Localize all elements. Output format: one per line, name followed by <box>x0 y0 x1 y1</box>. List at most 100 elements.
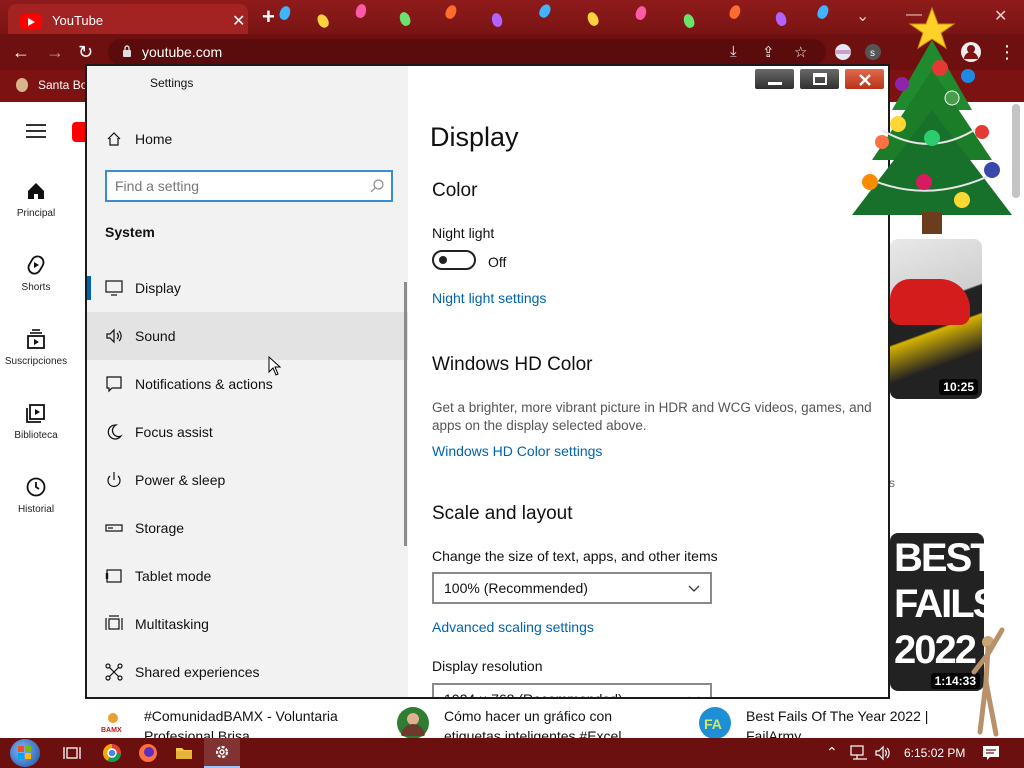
nav-item-tablet-mode[interactable]: Tablet mode <box>87 552 408 600</box>
nav-item-notifications[interactable]: Notifications & actions <box>87 360 408 408</box>
video-card[interactable]: BAMX #ComunidadBAMX - Voluntaria Profesio… <box>96 702 386 744</box>
action-center-icon[interactable] <box>982 745 1000 761</box>
tray-chevron-up-icon[interactable]: ⌃ <box>826 744 838 761</box>
youtube-logo[interactable] <box>72 122 86 142</box>
nav-label: Tablet mode <box>135 568 212 584</box>
chevron-down-icon <box>689 696 699 697</box>
advanced-scaling-link[interactable]: Advanced scaling settings <box>432 619 594 635</box>
maximize-icon <box>813 73 827 85</box>
resolution-label: Display resolution <box>432 658 543 674</box>
night-light-state: Off <box>488 254 507 270</box>
night-light-settings-link[interactable]: Night light settings <box>432 290 546 306</box>
power-icon <box>107 472 121 487</box>
settings-sidebar: Settings Home System Display Sound Notif… <box>87 66 408 697</box>
firefox-icon[interactable] <box>138 743 158 763</box>
nav-item-power-sleep[interactable]: Power & sleep <box>87 456 408 504</box>
bookmark-santa[interactable]: Santa Bo <box>38 78 87 92</box>
home-icon <box>107 132 121 146</box>
search-box[interactable] <box>105 170 393 202</box>
search-icon[interactable] <box>369 178 385 194</box>
scale-dropdown[interactable]: 100% (Recommended) <box>432 572 712 604</box>
resolution-dropdown[interactable]: 1024 × 768 (Recommended) <box>432 683 712 699</box>
settings-nav: Display Sound Notifications & actions Fo… <box>87 264 408 696</box>
file-explorer-icon[interactable] <box>174 743 194 763</box>
decor-light <box>774 10 788 28</box>
minimize-icon <box>768 82 782 85</box>
decor-light <box>443 3 459 21</box>
video-duration: 10:25 <box>939 379 978 395</box>
yt-nav-principal[interactable]: Principal <box>0 180 72 219</box>
night-light-toggle[interactable] <box>432 250 476 270</box>
nav-label: Multitasking <box>135 616 209 632</box>
home-link[interactable]: Home <box>87 122 408 158</box>
yt-nav-shorts[interactable]: Shorts <box>0 254 72 293</box>
network-icon[interactable] <box>850 745 868 761</box>
new-tab-button[interactable]: + <box>262 4 275 30</box>
youtube-icon <box>20 14 42 29</box>
chevron-down-icon <box>688 585 700 592</box>
nav-label: Display <box>135 280 181 296</box>
multitasking-icon <box>105 615 123 630</box>
settings-content: Display Color Night light Off Night ligh… <box>408 66 888 699</box>
reload-icon[interactable]: ↻ <box>78 42 93 63</box>
address-bar[interactable]: youtube.com ⤓ ⇪ ☆ <box>108 39 826 65</box>
scale-label: Change the size of text, apps, and other… <box>432 548 718 564</box>
nav-label: Storage <box>135 520 185 536</box>
svg-text:BAMX: BAMX <box>101 727 122 734</box>
video-row: BAMX #ComunidadBAMX - Voluntaria Profesio… <box>86 702 1024 744</box>
storage-icon <box>105 524 123 532</box>
hd-color-settings-link[interactable]: Windows HD Color settings <box>432 443 602 459</box>
tablet-icon <box>105 569 122 583</box>
hamburger-menu-icon[interactable] <box>26 124 46 138</box>
nav-item-focus-assist[interactable]: Focus assist <box>87 408 408 456</box>
nav-item-sound[interactable]: Sound <box>87 312 408 360</box>
mouse-cursor-icon <box>268 356 282 376</box>
taskbar-settings-active[interactable] <box>204 738 240 768</box>
minimize-button[interactable] <box>754 68 795 90</box>
home-icon <box>28 183 44 199</box>
channel-avatar: FA <box>699 707 731 739</box>
nav-item-display[interactable]: Display <box>87 264 408 312</box>
yt-nav-label: Principal <box>16 208 56 219</box>
url-text: youtube.com <box>142 44 223 60</box>
video-card[interactable]: FA Best Fails Of The Year 2022 | FailArmy <box>698 702 998 744</box>
tab-youtube[interactable]: YouTube ✕ <box>8 4 248 34</box>
channel-avatar: BAMX <box>98 712 128 734</box>
sidebar-scrollbar[interactable] <box>404 282 407 546</box>
maximize-button[interactable] <box>799 68 840 90</box>
nav-label: Notifications & actions <box>135 376 273 392</box>
decor-light <box>397 10 413 28</box>
install-icon[interactable]: ⤓ <box>730 43 737 60</box>
chrome-icon[interactable] <box>102 743 122 763</box>
clock[interactable]: 6:15:02 PM <box>904 746 965 760</box>
video-thumbnail-car[interactable]: 10:25 <box>890 239 982 399</box>
nav-item-multitasking[interactable]: Multitasking <box>87 600 408 648</box>
scale-layout-heading: Scale and layout <box>432 503 573 524</box>
video-card[interactable]: Cómo hacer un gráfico con etiquetas intel… <box>396 702 686 744</box>
scale-value: 100% (Recommended) <box>444 580 588 596</box>
share-icon[interactable]: ⇪ <box>762 43 775 61</box>
volume-icon[interactable] <box>874 745 892 761</box>
car-image <box>890 279 970 325</box>
resolution-value: 1024 × 768 (Recommended) <box>444 691 623 699</box>
forward-icon[interactable]: → <box>46 42 64 63</box>
search-input[interactable] <box>115 177 355 195</box>
notifications-icon <box>106 376 122 393</box>
task-view-icon[interactable] <box>62 743 82 763</box>
settings-window: Settings Home System Display Sound Notif… <box>85 64 890 699</box>
tab-title: YouTube <box>52 13 104 28</box>
yt-nav-historial[interactable]: Historial <box>0 476 72 515</box>
decor-light <box>354 2 368 20</box>
decor-light <box>315 12 331 30</box>
yt-nav-suscripciones[interactable]: Suscripciones <box>0 328 72 367</box>
back-icon[interactable]: ← <box>12 42 30 63</box>
tab-close-icon[interactable]: ✕ <box>232 11 245 31</box>
nav-item-shared-experiences[interactable]: Shared experiences <box>87 648 408 696</box>
window-title: Settings <box>150 76 194 90</box>
bookmark-star-icon[interactable]: ☆ <box>794 43 807 61</box>
yt-nav-biblioteca[interactable]: Biblioteca <box>0 402 72 441</box>
night-light-label: Night light <box>432 225 495 241</box>
nav-item-storage[interactable]: Storage <box>87 504 408 552</box>
color-heading: Color <box>432 180 478 201</box>
start-button[interactable] <box>10 739 40 767</box>
